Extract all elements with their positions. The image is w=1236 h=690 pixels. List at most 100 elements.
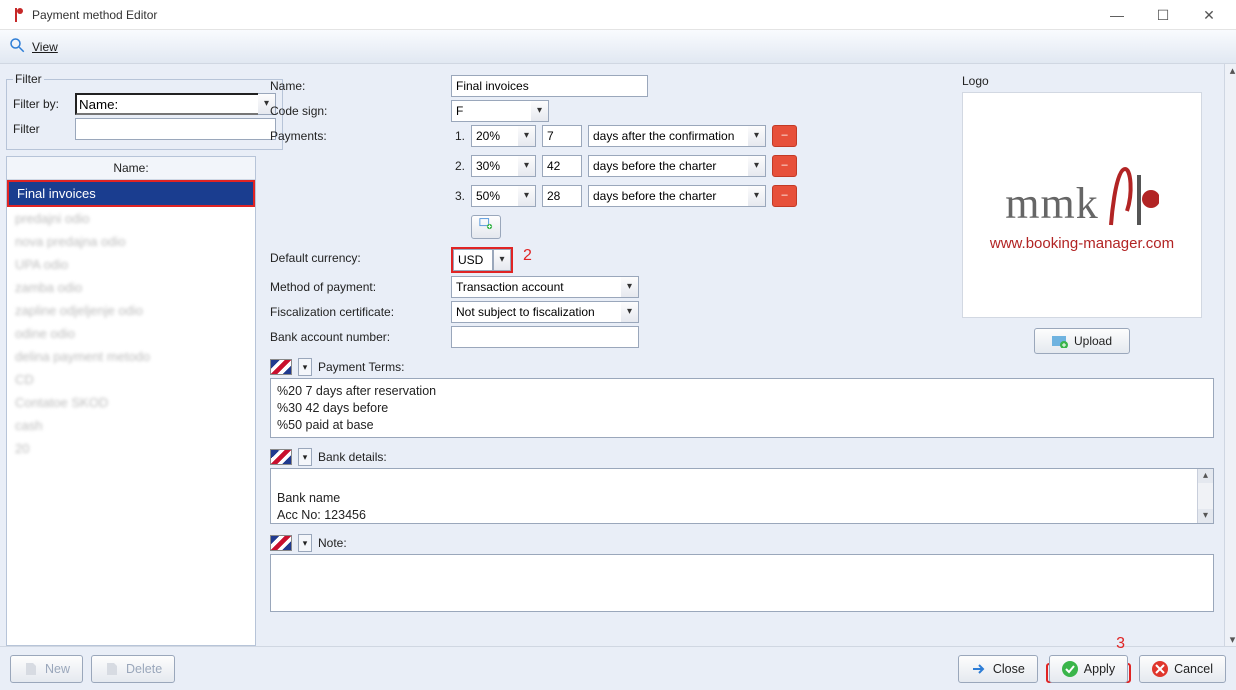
list-item[interactable]: odine odio (7, 322, 255, 345)
menubar: View (0, 30, 1236, 64)
new-button[interactable]: New (10, 655, 83, 683)
list-item[interactable]: Contatoe SKOD (7, 391, 255, 414)
bankacct-input[interactable] (451, 326, 639, 348)
delete-payment-button[interactable]: – (772, 125, 797, 147)
filter-label: Filter (13, 122, 69, 136)
payment-pct-input[interactable] (471, 185, 518, 207)
annotation-2: 2 (523, 247, 532, 265)
payment-rel-select[interactable] (588, 185, 748, 207)
logo-swirl-icon (1103, 159, 1159, 229)
filter-input[interactable] (75, 118, 276, 140)
chevron-down-icon[interactable]: ▾ (621, 301, 639, 323)
fiscal-label: Fiscalization certificate: (270, 301, 443, 319)
chevron-down-icon[interactable]: ▾ (621, 276, 639, 298)
fiscal-select[interactable] (451, 301, 621, 323)
logo-url-text: www.booking-manager.com (990, 235, 1174, 252)
note-textarea[interactable] (270, 554, 1214, 612)
delete-payment-button[interactable]: – (772, 185, 797, 207)
delete-button[interactable]: Delete (91, 655, 175, 683)
language-dropdown[interactable]: ▾ (298, 534, 312, 552)
name-label: Name: (270, 75, 443, 93)
close-window-button[interactable]: ✕ (1186, 0, 1232, 30)
list-header: Name: (7, 157, 255, 180)
view-menu[interactable]: View (32, 40, 58, 54)
chevron-down-icon[interactable]: ▾ (748, 155, 766, 177)
list-item[interactable]: zapline odjeljenje odio (7, 299, 255, 322)
bank-details-label: Bank details: (318, 450, 387, 464)
titlebar: Payment method Editor — ☐ ✕ (0, 0, 1236, 30)
flag-uk-icon (270, 535, 292, 551)
payments-label: Payments: (270, 125, 443, 143)
currency-select[interactable] (453, 249, 493, 271)
list-item[interactable]: UPA odio (7, 253, 255, 276)
payment-pct-input[interactable] (471, 155, 518, 177)
annotation-3: 3 (1116, 635, 1125, 653)
payment-pct-input[interactable] (471, 125, 518, 147)
logo-image: mmk www.booking-manager.com (962, 92, 1202, 318)
scrollbar[interactable]: ▴▾ (1197, 469, 1213, 523)
payment-terms-label: Payment Terms: (318, 360, 404, 374)
app-icon (8, 7, 24, 23)
payment-terms-textarea[interactable]: %20 7 days after reservation %30 42 days… (270, 378, 1214, 438)
currency-label: Default currency: (270, 247, 443, 265)
method-select[interactable] (451, 276, 621, 298)
bankacct-label: Bank account number: (270, 326, 443, 344)
list-item[interactable]: delina payment metodo (7, 345, 255, 368)
list-item-selected[interactable]: Final invoices (7, 180, 255, 207)
chevron-down-icon[interactable]: ▾ (748, 185, 766, 207)
chevron-down-icon[interactable]: ▾ (518, 155, 536, 177)
arrow-right-icon (971, 661, 987, 677)
window-title: Payment method Editor (32, 8, 1094, 22)
delete-icon (104, 661, 120, 677)
payment-rel-select[interactable] (588, 125, 748, 147)
chevron-down-icon[interactable]: ▾ (493, 249, 511, 271)
payment-days-input[interactable] (542, 185, 582, 207)
logo-label: Logo (962, 74, 1212, 88)
codesign-input[interactable] (451, 100, 531, 122)
payment-index: 1. (451, 129, 465, 143)
payment-days-input[interactable] (542, 155, 582, 177)
list-item[interactable]: zamba odio (7, 276, 255, 299)
list-item[interactable]: nova predajna odio (7, 230, 255, 253)
apply-button[interactable]: Apply (1049, 655, 1128, 683)
payment-methods-list[interactable]: Name: Final invoices predajni odio nova … (6, 156, 256, 646)
add-payment-button[interactable] (471, 215, 501, 239)
chevron-down-icon[interactable]: ▾ (518, 185, 536, 207)
payment-row: 2. ▾ ▾ – (451, 155, 797, 177)
upload-button[interactable]: Upload (1034, 328, 1130, 354)
close-button[interactable]: Close (958, 655, 1038, 683)
chevron-down-icon[interactable]: ▾ (531, 100, 549, 122)
check-icon (1062, 661, 1078, 677)
name-input[interactable] (451, 75, 648, 97)
delete-payment-button[interactable]: – (772, 155, 797, 177)
codesign-label: Code sign: (270, 100, 443, 118)
filter-by-label: Filter by: (13, 97, 69, 111)
language-dropdown[interactable]: ▾ (298, 358, 312, 376)
maximize-button[interactable]: ☐ (1140, 0, 1186, 30)
method-label: Method of payment: (270, 276, 443, 294)
payment-index: 2. (451, 159, 465, 173)
language-dropdown[interactable]: ▾ (298, 448, 312, 466)
upload-label: Upload (1074, 334, 1112, 348)
note-label: Note: (318, 536, 347, 550)
bank-details-textarea[interactable]: Bank name Acc No: 123456 ▴▾ (270, 468, 1214, 524)
filter-group: Filter Filter by: ▾ Filter (6, 72, 283, 150)
cancel-button[interactable]: Cancel (1139, 655, 1226, 683)
filter-legend: Filter (13, 72, 44, 86)
payment-days-input[interactable] (542, 125, 582, 147)
list-item[interactable]: 20 (7, 437, 255, 460)
scrollbar[interactable]: ▴ ▾ (1224, 64, 1236, 646)
filter-by-select[interactable] (75, 93, 258, 115)
chevron-down-icon[interactable]: ▾ (748, 125, 766, 147)
cancel-icon (1152, 661, 1168, 677)
minimize-button[interactable]: — (1094, 0, 1140, 30)
flag-uk-icon (270, 449, 292, 465)
payment-rel-select[interactable] (588, 155, 748, 177)
list-item[interactable]: CD (7, 368, 255, 391)
payment-row: 1. ▾ ▾ – (451, 125, 797, 147)
search-icon[interactable] (8, 36, 26, 57)
new-icon (23, 661, 39, 677)
list-item[interactable]: predajni odio (7, 207, 255, 230)
list-item[interactable]: cash (7, 414, 255, 437)
chevron-down-icon[interactable]: ▾ (518, 125, 536, 147)
